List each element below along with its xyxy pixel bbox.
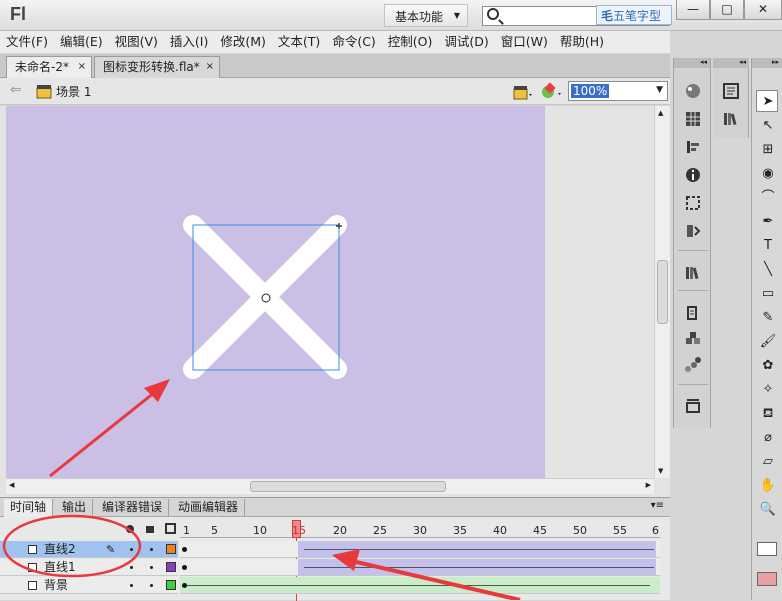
fill-color-swatch[interactable]: [757, 572, 777, 586]
annotation-arrow: [351, 559, 521, 600]
deco-icon[interactable]: ✿: [758, 356, 778, 376]
hand-icon[interactable]: ✋: [758, 476, 778, 496]
annotation-arrow: [49, 386, 161, 478]
tools-panel: ▸▸ ➤ ↖ ⊞ ◉ ⌒ ✒ T ╲ ▭ ✎ 🖌 ✿ ✧ ⛾ ⌀ ▱ ✋ 🔍: [751, 58, 782, 600]
menu-item-5[interactable]: 文本(T): [272, 31, 326, 53]
swatches-icon[interactable]: [684, 110, 702, 128]
scroll-left-icon: ◀: [9, 481, 15, 489]
collapse-icon[interactable]: ▸▸: [752, 58, 782, 68]
close-button[interactable]: ✕: [744, 0, 782, 20]
workspace-label: 基本功能: [395, 10, 444, 24]
info-icon[interactable]: [684, 166, 702, 184]
menu-item-4[interactable]: 修改(M): [214, 31, 272, 53]
zoom-select[interactable]: 100% ▼: [568, 81, 668, 101]
workspace-switcher[interactable]: 基本功能 ▼: [384, 4, 468, 27]
minimize-button[interactable]: —: [676, 0, 710, 20]
actions-icon[interactable]: [684, 304, 702, 322]
menu-item-9[interactable]: 窗口(W): [495, 31, 554, 53]
menu-item-0[interactable]: 文件(F): [0, 31, 54, 53]
eraser-icon[interactable]: ▱: [758, 452, 778, 472]
annotation-overlay: [2, 514, 521, 600]
watermark-logo: 毛五笔字型: [596, 5, 672, 25]
menu-bar: 文件(F) 编辑(E) 视图(V) 插入(I) 修改(M) 文本(T) 命令(C) 控制(O)…: [0, 31, 670, 53]
scroll-thumb[interactable]: [250, 481, 446, 492]
edit-scene-icon[interactable]: [512, 83, 534, 101]
menu-item-2[interactable]: 视图(V): [109, 31, 164, 53]
maximize-button[interactable]: □: [710, 0, 744, 20]
transform-icon[interactable]: [684, 194, 702, 212]
scene-panel-icon[interactable]: [684, 398, 702, 416]
library-icon[interactable]: [684, 264, 702, 282]
align-icon[interactable]: [684, 138, 702, 156]
search-icon: [487, 8, 499, 20]
eyedropper-icon[interactable]: ⌀: [758, 428, 778, 448]
text-tool-icon[interactable]: T: [758, 236, 778, 256]
menu-item-7[interactable]: 控制(O): [382, 31, 439, 53]
collapse-icon[interactable]: ◂◂: [713, 58, 749, 68]
annotation-ellipse: [2, 514, 142, 578]
zoom-icon[interactable]: 🔍: [758, 500, 778, 520]
scroll-right-icon: ▶: [645, 481, 651, 489]
edit-symbol-icon[interactable]: [540, 82, 564, 102]
transform-point: [261, 293, 271, 303]
properties-icon[interactable]: [722, 82, 740, 100]
scroll-down-icon: ▼: [658, 467, 664, 475]
document-tabs: 未命名-2* × 图标变形转换.fla* ×: [0, 54, 670, 78]
close-icon[interactable]: ×: [78, 57, 86, 77]
rectangle-tool-icon[interactable]: ▭: [758, 284, 778, 304]
menu-item-8[interactable]: 调试(D): [438, 31, 494, 53]
panel-dock-b: ◂◂: [713, 58, 749, 138]
scene-label[interactable]: 场景 1: [56, 83, 91, 100]
stroke-color-swatch[interactable]: [757, 542, 777, 556]
horizontal-scrollbar[interactable]: ◀ ▶: [6, 478, 654, 494]
subselection-tool-icon[interactable]: ↖: [758, 116, 778, 136]
edit-bar: ⇐ 场景 1 100% ▼: [0, 78, 670, 105]
brush-icon[interactable]: 🖌: [758, 332, 778, 352]
tab-untitled-2[interactable]: 未命名-2* ×: [6, 56, 92, 78]
menu-item-1[interactable]: 编辑(E): [54, 31, 109, 53]
components-icon[interactable]: [684, 330, 702, 348]
chevron-down-icon: ▼: [656, 85, 663, 95]
stage-artwork: [49, 215, 347, 478]
app-logo: Fl: [10, 4, 26, 24]
annotation-arrow-head: [332, 549, 360, 571]
back-arrow-icon[interactable]: ⇐: [10, 82, 22, 98]
title-bar: Fl 基本功能 ▼ 毛五笔字型 — □ ✕: [0, 0, 782, 31]
panel-dock-a: ◂◂: [673, 58, 711, 428]
selection-tool-icon[interactable]: ➤: [758, 92, 778, 112]
menu-item-6[interactable]: 命令(C): [326, 31, 381, 53]
line-tool-icon[interactable]: ╲: [758, 260, 778, 280]
free-transform-icon[interactable]: ⊞: [758, 140, 778, 160]
zoom-value: 100%: [571, 84, 610, 98]
bone-icon[interactable]: ✧: [758, 380, 778, 400]
lasso-icon[interactable]: ⌒: [758, 188, 778, 208]
menu-item-10[interactable]: 帮助(H): [554, 31, 610, 53]
scroll-thumb[interactable]: [657, 260, 668, 324]
chevron-down-icon: ▼: [453, 11, 460, 20]
vertical-scrollbar[interactable]: ▲ ▼: [654, 106, 670, 478]
tab-icon-morph[interactable]: 图标变形转换.fla* ×: [94, 56, 220, 78]
3d-rotation-icon[interactable]: ◉: [758, 164, 778, 184]
library-icon[interactable]: [722, 110, 740, 128]
color-panel-icon[interactable]: [684, 82, 702, 100]
code-snippets-icon[interactable]: [684, 222, 702, 240]
paint-bucket-icon[interactable]: ⛾: [758, 404, 778, 424]
pen-icon[interactable]: ✒: [758, 212, 778, 232]
scroll-up-icon: ▲: [658, 109, 664, 117]
pencil-icon[interactable]: ✎: [758, 308, 778, 328]
motion-presets-icon[interactable]: [684, 356, 702, 374]
collapse-icon[interactable]: ◂◂: [674, 58, 710, 68]
scene-icon: [36, 85, 52, 99]
menu-item-3[interactable]: 插入(I): [164, 31, 214, 53]
close-icon[interactable]: ×: [206, 57, 214, 77]
